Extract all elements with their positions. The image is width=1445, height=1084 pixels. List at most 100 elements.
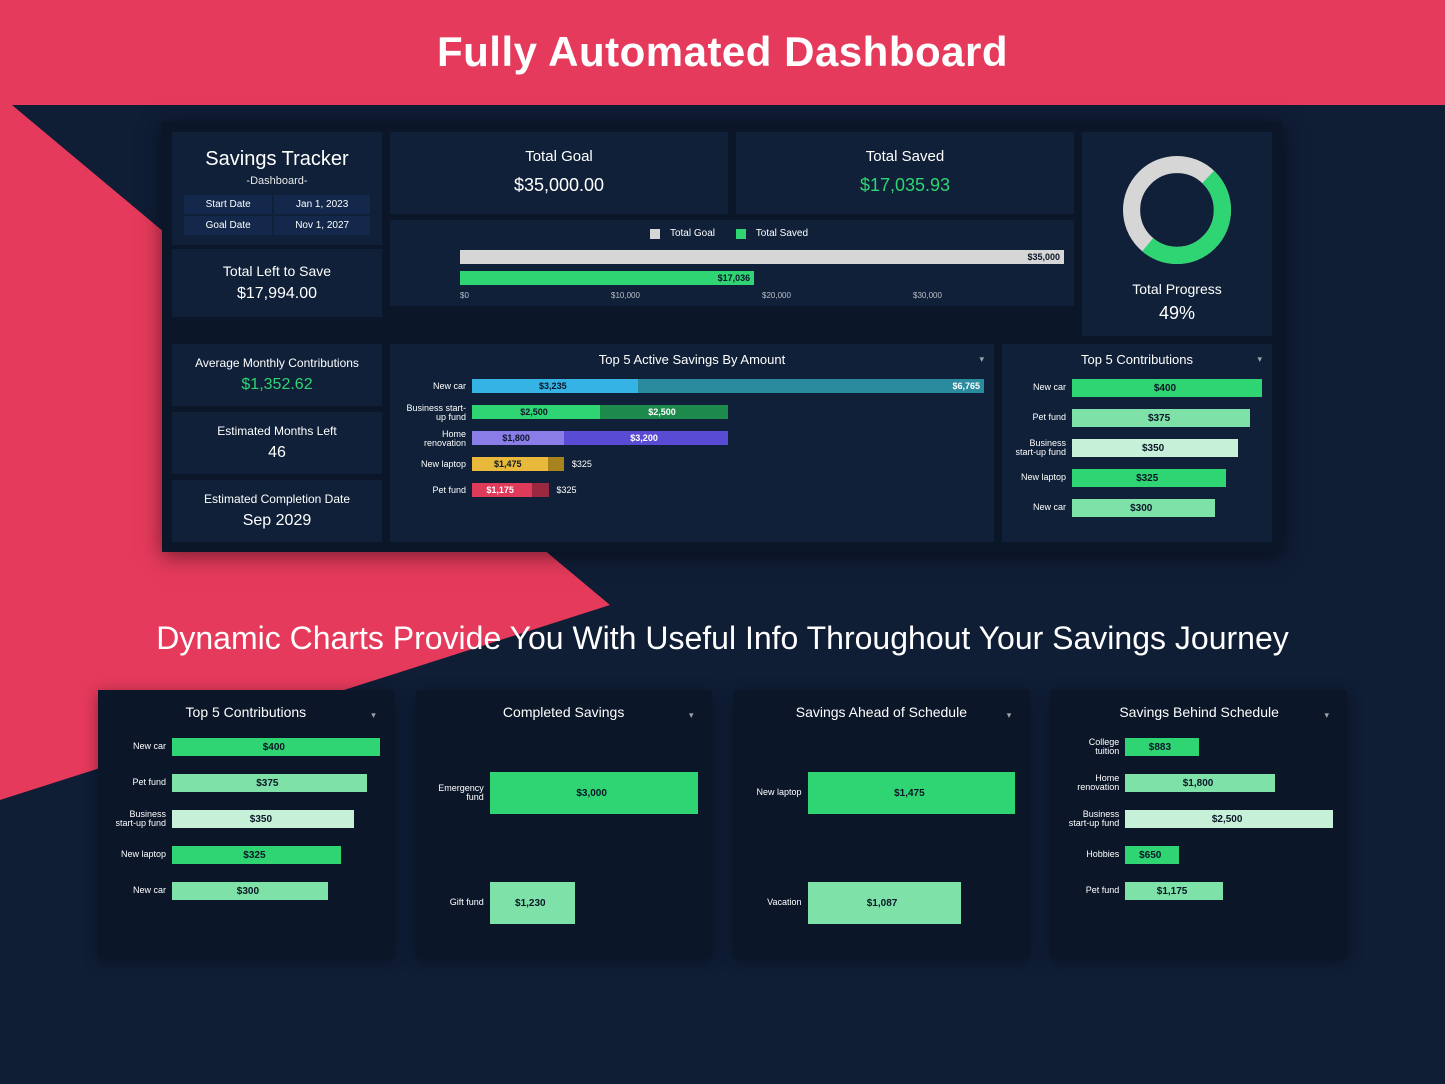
bar-remain-label: $325: [556, 485, 576, 495]
small-card-ahead: Savings Ahead of Schedule ▾ New laptop$1…: [734, 690, 1030, 958]
bar: $400: [1072, 379, 1262, 397]
bar-label: Emergency fund: [430, 784, 490, 803]
bar: $883: [1125, 738, 1198, 756]
bar: $375: [1072, 409, 1250, 427]
top5-contrib-title: Top 5 Contributions: [1012, 352, 1262, 367]
legend-saved: Total Saved: [756, 228, 808, 239]
top5-active-chart: Top 5 Active Savings By Amount ▾ New car…: [390, 344, 994, 542]
tracker-subtitle: -Dashboard-: [184, 175, 370, 187]
bar-saved: $1,175: [472, 483, 532, 497]
bar: $3,000: [490, 772, 698, 814]
goal-bar-label: $35,000: [1027, 252, 1060, 262]
bar: $400: [172, 738, 380, 756]
bar-remain: [532, 483, 549, 497]
bar: $375: [172, 774, 367, 792]
total-saved-value: $17,035.93: [748, 175, 1062, 196]
chart-axis: $0 $10,000 $20,000 $30,000: [460, 291, 1064, 300]
bar: $2,500: [1125, 810, 1333, 828]
bar-remain: [548, 457, 565, 471]
page-headline: Fully Automated Dashboard: [0, 28, 1445, 76]
chart-legend: Total Goal Total Saved: [400, 228, 1064, 242]
start-date-label: Start Date: [184, 195, 272, 214]
bar: $650: [1125, 846, 1179, 864]
goal-date-label: Goal Date: [184, 216, 272, 235]
chevron-down-icon[interactable]: ▾: [979, 354, 984, 365]
small-card-behind: Savings Behind Schedule ▾ College tuitio…: [1051, 690, 1347, 958]
progress-percent: 49%: [1090, 303, 1264, 324]
bottom-cards-strip: Top 5 Contributions ▾ New car$400 Pet fu…: [98, 690, 1347, 958]
saved-bar: $17,036: [460, 271, 754, 285]
page-subheadline: Dynamic Charts Provide You With Useful I…: [0, 620, 1445, 657]
card-title: Savings Behind Schedule: [1065, 704, 1333, 720]
bar-label: New laptop: [748, 788, 808, 797]
bar-label: Business start-up fund: [1065, 810, 1125, 829]
card-title: Top 5 Contributions: [112, 704, 380, 720]
goal-bar: $35,000: [460, 250, 1064, 264]
card-title: Completed Savings: [430, 704, 698, 720]
bar: $1,175: [1125, 882, 1223, 900]
completion-date-label: Estimated Completion Date: [182, 492, 372, 506]
tracker-header-card: Savings Tracker -Dashboard- Start Date J…: [172, 132, 382, 245]
avg-contrib-label: Average Monthly Contributions: [182, 356, 372, 370]
top5-contrib-chart: Top 5 Contributions ▾ New car$400 Pet fu…: [1002, 344, 1272, 542]
bar-label: New car: [1012, 383, 1072, 392]
goal-date-value: Nov 1, 2027: [274, 216, 370, 235]
avg-contrib-card: Average Monthly Contributions $1,352.62: [172, 344, 382, 406]
card-title: Savings Ahead of Schedule: [748, 704, 1016, 720]
bar-label: Home renovation: [400, 430, 472, 449]
chevron-down-icon[interactable]: ▾: [1324, 710, 1329, 721]
bar: $350: [1072, 439, 1238, 457]
avg-contrib-value: $1,352.62: [182, 376, 372, 394]
bar: $350: [172, 810, 354, 828]
bar-saved: $2,500: [472, 405, 600, 419]
bar-label: Hobbies: [1065, 850, 1125, 859]
bar-label: Home renovation: [1065, 774, 1125, 793]
bar-remain-label: $325: [572, 459, 592, 469]
bar: $1,087: [808, 882, 961, 924]
goal-vs-saved-chart: Total Goal Total Saved $35,000 $17,036: [390, 220, 1074, 306]
bar-label: New car: [400, 382, 472, 391]
chevron-down-icon[interactable]: ▾: [1007, 710, 1012, 721]
total-goal-value: $35,000.00: [402, 175, 716, 196]
chevron-down-icon[interactable]: ▾: [1257, 354, 1262, 365]
bar-label: Pet fund: [112, 778, 172, 787]
bar: $1,475: [808, 772, 1016, 814]
goal-date-row: Goal Date Nov 1, 2027: [184, 216, 370, 235]
bar-label: Vacation: [748, 898, 808, 907]
progress-donut-icon: [1117, 150, 1237, 270]
chevron-down-icon[interactable]: ▾: [689, 710, 694, 721]
total-goal-card: Total Goal $35,000.00: [390, 132, 728, 214]
bar-label: Pet fund: [400, 486, 472, 495]
total-saved-label: Total Saved: [748, 148, 1062, 165]
chevron-down-icon[interactable]: ▾: [371, 710, 376, 721]
months-left-label: Estimated Months Left: [182, 424, 372, 438]
bar-label: Pet fund: [1065, 886, 1125, 895]
bar-label: Pet fund: [1012, 413, 1072, 422]
bar: $300: [172, 882, 328, 900]
bar-label: Business start-up fund: [1012, 439, 1072, 458]
bar: $300: [1072, 499, 1215, 517]
bar: $1,230: [490, 882, 575, 924]
progress-donut-card: Total Progress 49%: [1082, 132, 1272, 336]
months-left-value: 46: [182, 444, 372, 462]
start-date-value: Jan 1, 2023: [274, 195, 370, 214]
small-card-completed: Completed Savings ▾ Emergency fund$3,000…: [416, 690, 712, 958]
total-left-value: $17,994.00: [182, 285, 372, 303]
bar: $1,800: [1125, 774, 1275, 792]
progress-label: Total Progress: [1090, 281, 1264, 297]
total-left-card: Total Left to Save $17,994.00: [172, 249, 382, 317]
bar: $325: [172, 846, 341, 864]
bar-label: New laptop: [400, 460, 472, 469]
total-goal-label: Total Goal: [402, 148, 716, 165]
total-saved-card: Total Saved $17,035.93: [736, 132, 1074, 214]
bar-saved: $1,475: [472, 457, 548, 471]
bar-label: Business start-up fund: [112, 810, 172, 829]
bar-remain: $3,200: [564, 431, 728, 445]
bar-label: New laptop: [1012, 473, 1072, 482]
bar-remain: $6,765: [638, 379, 984, 393]
completion-date-card: Estimated Completion Date Sep 2029: [172, 480, 382, 542]
bar-label: Gift fund: [430, 898, 490, 907]
bar: $325: [1072, 469, 1226, 487]
start-date-row: Start Date Jan 1, 2023: [184, 195, 370, 214]
bar-saved: $1,800: [472, 431, 564, 445]
